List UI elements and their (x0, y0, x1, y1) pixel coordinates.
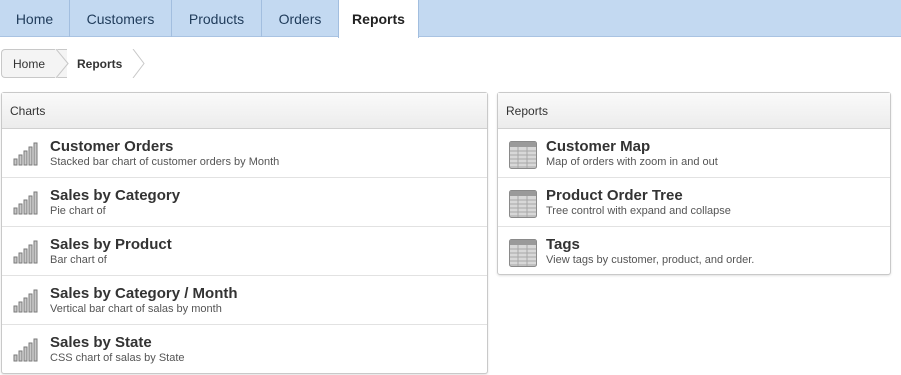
chart-item-description: Bar chart of (50, 254, 107, 266)
bar-chart-icon (13, 288, 39, 314)
chart-item-description: Stacked bar chart of customer orders by … (50, 156, 280, 168)
tab-products[interactable]: Products (172, 0, 262, 37)
tab-orders[interactable]: Orders (262, 0, 339, 37)
report-item[interactable]: Product Order Tree Tree control with expa… (498, 178, 890, 227)
bar-chart-icon (13, 239, 39, 265)
report-item[interactable]: Tags View tags by customer, product, and … (498, 227, 890, 276)
charts-panel-header: Charts (2, 93, 487, 129)
chart-item[interactable]: Sales by State CSS chart of salas by Stat… (2, 325, 487, 374)
tab-customers[interactable]: Customers (70, 0, 172, 37)
tab-home[interactable]: Home (0, 0, 70, 37)
report-item-title[interactable]: Tags (546, 236, 580, 253)
chart-item[interactable]: Sales by Product Bar chart of (2, 227, 487, 276)
reports-list: Customer Map Map of orders with zoom in a… (498, 129, 890, 276)
chart-item-title[interactable]: Sales by Product (50, 236, 172, 253)
chart-item[interactable]: Sales by Category / Month Vertical bar ch… (2, 276, 487, 325)
report-item-title[interactable]: Customer Map (546, 138, 650, 155)
chart-item-title[interactable]: Customer Orders (50, 138, 173, 155)
charts-panel: Charts Customer Orders Stacked bar chart … (1, 92, 488, 374)
chart-item[interactable]: Customer Orders Stacked bar chart of cust… (2, 129, 487, 178)
reports-panel: Reports Customer Map Map of orders with z… (497, 92, 891, 275)
reports-panel-header: Reports (498, 93, 890, 129)
chart-item-title[interactable]: Sales by Category / Month (50, 285, 238, 302)
report-item-description: Map of orders with zoom in and out (546, 156, 718, 168)
chart-item-description: Pie chart of (50, 205, 106, 217)
report-item-title[interactable]: Product Order Tree (546, 187, 683, 204)
tab-reports[interactable]: Reports (338, 0, 419, 38)
bar-chart-icon (13, 337, 39, 363)
main-tab-bar: Home Customers Products Orders Reports (0, 0, 901, 38)
chart-item[interactable]: Sales by Category Pie chart of (2, 178, 487, 227)
chart-item-title[interactable]: Sales by State (50, 334, 152, 351)
breadcrumb-end-icon (132, 49, 145, 78)
bar-chart-icon (13, 190, 39, 216)
bar-chart-icon (13, 141, 39, 167)
report-item-description: Tree control with expand and collapse (546, 205, 731, 217)
report-item-description: View tags by customer, product, and orde… (546, 254, 755, 266)
report-item[interactable]: Customer Map Map of orders with zoom in a… (498, 129, 890, 178)
table-icon (509, 190, 537, 218)
charts-list: Customer Orders Stacked bar chart of cust… (2, 129, 487, 374)
table-icon (509, 239, 537, 267)
table-icon (509, 141, 537, 169)
chart-item-description: Vertical bar chart of salas by month (50, 303, 222, 315)
chart-item-title[interactable]: Sales by Category (50, 187, 180, 204)
chart-item-description: CSS chart of salas by State (50, 352, 185, 364)
